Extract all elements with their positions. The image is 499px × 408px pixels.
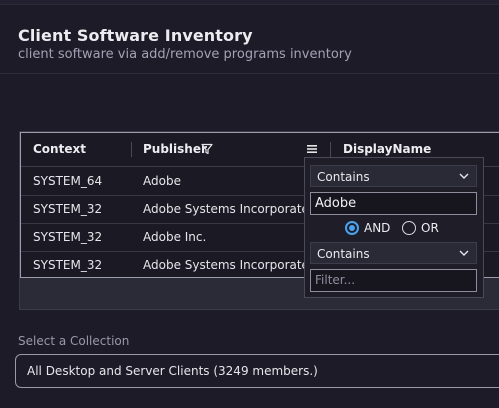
column-filter-popup: Contains Adobe AND OR Contains Filter... [304, 157, 484, 298]
column-header-context[interactable]: Context [33, 133, 86, 166]
filter-condition-select-1[interactable]: Contains [310, 165, 477, 187]
cell-publisher: Adobe Systems Incorporated [143, 202, 317, 216]
cell-publisher: Adobe Inc. [143, 230, 207, 244]
cell-publisher: Adobe [143, 174, 181, 188]
column-menu-icon[interactable] [306, 143, 318, 155]
top-bar [0, 0, 499, 5]
column-separator[interactable] [330, 142, 331, 157]
column-separator[interactable] [131, 142, 132, 157]
filter-condition-value: Contains [317, 170, 370, 184]
collection-select[interactable]: All Desktop and Server Clients (3249 mem… [15, 354, 499, 388]
chevron-down-icon [459, 250, 469, 256]
or-radio-label[interactable]: OR [421, 219, 439, 237]
filter-condition-select-2[interactable]: Contains [310, 242, 477, 264]
filter-condition-value: Contains [317, 247, 370, 261]
cell-context: SYSTEM_32 [33, 258, 103, 272]
chevron-down-icon [459, 173, 469, 179]
column-header-publisher[interactable]: Publisher [143, 133, 207, 166]
filter-value-input-2[interactable]: Filter... [310, 269, 477, 292]
page-title: Client Software Inventory [18, 26, 253, 45]
cell-context: SYSTEM_64 [33, 174, 103, 188]
and-radio[interactable] [345, 221, 359, 235]
or-radio[interactable] [402, 221, 416, 235]
cell-publisher: Adobe Systems Incorporated [143, 258, 317, 272]
cell-context: SYSTEM_32 [33, 202, 103, 216]
collection-label: Select a Collection [18, 334, 130, 348]
filter-operator-group: AND OR [305, 219, 483, 237]
and-radio-label[interactable]: AND [364, 219, 390, 237]
filter-icon[interactable] [201, 143, 213, 155]
page-subtitle: client software via add/remove programs … [18, 47, 352, 62]
cell-context: SYSTEM_32 [33, 230, 103, 244]
header-divider [0, 73, 499, 74]
filter-value-input-1[interactable]: Adobe [310, 192, 477, 215]
